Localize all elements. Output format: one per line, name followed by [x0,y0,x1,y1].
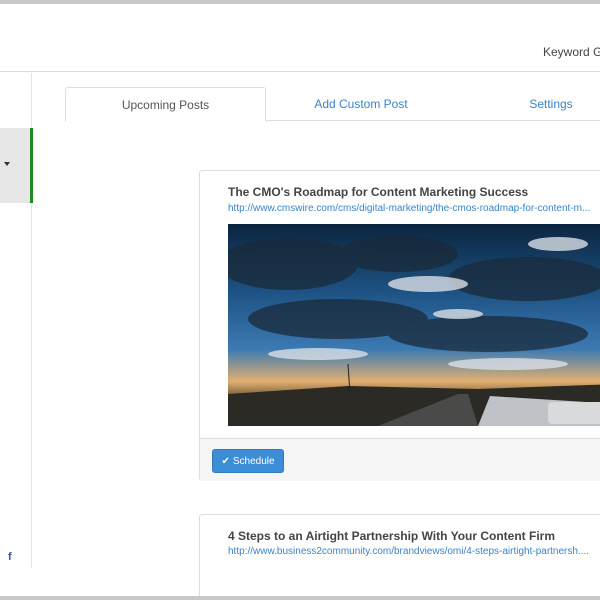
post-url-link[interactable]: http://www.cmswire.com/cms/digital-marke… [228,203,600,214]
post-card: The CMO's Roadmap for Content Marketing … [199,170,600,481]
post-card: 4 Steps to an Airtight Partnership With … [199,514,600,600]
schedule-button-label: Schedule [232,455,275,467]
card-footer: ✔ Schedule [200,438,600,481]
caret-down-icon [4,162,10,166]
facebook-icon[interactable]: f [8,551,12,563]
tab-upcoming-posts[interactable]: Upcoming Posts [65,87,266,122]
tab-bar: Upcoming Posts Add Custom Post Settings [65,87,600,122]
post-title: 4 Steps to an Airtight Partnership With … [228,529,556,543]
landscape-sunset-photo [228,224,600,426]
post-image [228,224,600,426]
window-frame-bottom [0,596,600,600]
header-keyword-link[interactable]: Keyword G [543,45,600,59]
tab-add-custom-post[interactable]: Add Custom Post [266,87,456,121]
check-icon: ✔ [221,455,230,467]
post-title: The CMO's Roadmap for Content Marketing … [228,185,529,199]
top-header: Keyword G [0,4,600,72]
post-url-link[interactable]: http://www.business2community.com/brandv… [228,546,600,557]
sidebar-item-active[interactable] [0,128,33,203]
schedule-button[interactable]: ✔ Schedule [212,449,284,473]
tab-settings[interactable]: Settings [456,87,600,121]
